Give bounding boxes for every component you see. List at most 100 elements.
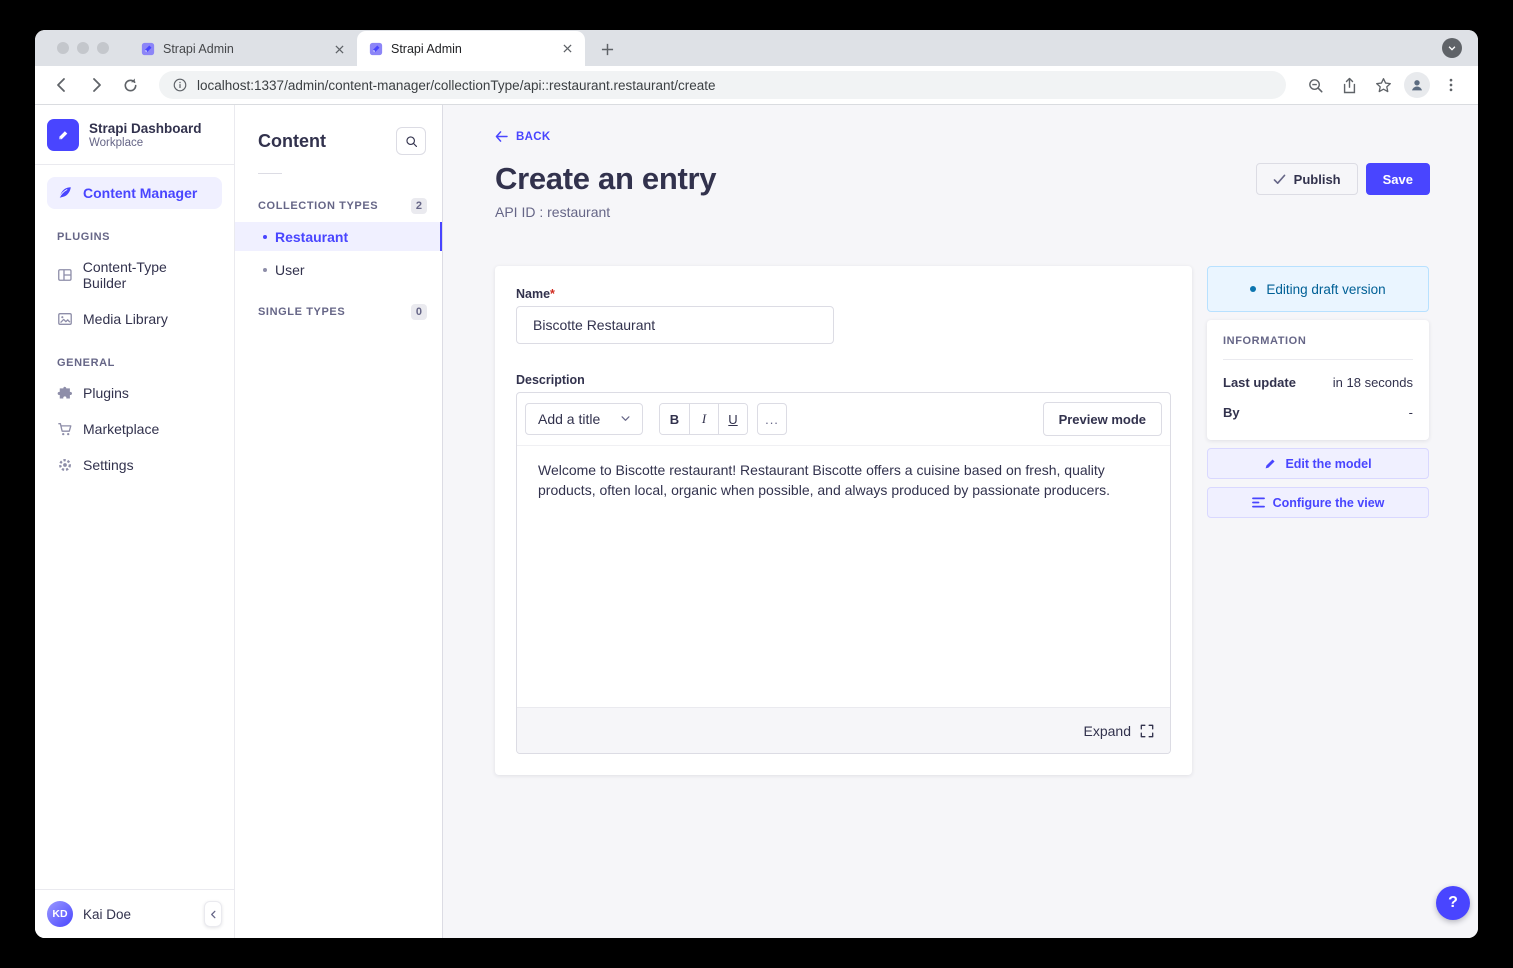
information-card: INFORMATION Last update in 18 seconds By… xyxy=(1207,320,1429,440)
preview-mode-button[interactable]: Preview mode xyxy=(1043,402,1162,436)
macos-traffic-lights[interactable] xyxy=(35,30,129,66)
forward-icon[interactable] xyxy=(83,72,109,98)
strapi-app: Strapi Dashboard Workplace Content Manag… xyxy=(35,105,1478,938)
format-button-group: B I U xyxy=(659,403,748,435)
configure-lines-icon xyxy=(1252,497,1265,508)
draft-dot-icon xyxy=(1250,286,1256,292)
expand-label[interactable]: Expand xyxy=(1084,723,1131,739)
browser-window: Strapi Admin Strapi Admin localhost:1337… xyxy=(35,30,1478,938)
tab-close-icon[interactable] xyxy=(331,41,347,57)
page-info-icon[interactable] xyxy=(173,78,187,92)
required-asterisk: * xyxy=(550,287,555,301)
sidebar-item-media-library[interactable]: Media Library xyxy=(47,303,222,335)
strapi-favicon xyxy=(141,42,155,56)
tab-title: Strapi Admin xyxy=(391,42,551,56)
browser-toolbar: localhost:1337/admin/content-manager/col… xyxy=(35,66,1478,105)
sidebar-section-plugins: PLUGINS xyxy=(47,213,222,251)
tab-close-icon[interactable] xyxy=(559,41,575,57)
url-text: localhost:1337/admin/content-manager/col… xyxy=(197,78,716,93)
url-bar[interactable]: localhost:1337/admin/content-manager/col… xyxy=(159,71,1286,99)
content-subnav: Content COLLECTION TYPES 2 Restaurant Us… xyxy=(235,105,443,938)
back-arrow-icon xyxy=(495,131,508,142)
browser-tab-2-active[interactable]: Strapi Admin xyxy=(357,31,585,66)
main-sidebar: Strapi Dashboard Workplace Content Manag… xyxy=(35,105,235,938)
more-options-button[interactable]: ... xyxy=(757,403,787,435)
expand-icon[interactable] xyxy=(1140,724,1154,738)
single-types-count-badge: 0 xyxy=(411,304,427,320)
sidebar-item-label: Content Manager xyxy=(83,185,197,201)
entry-aside: Editing draft version INFORMATION Last u… xyxy=(1207,266,1429,518)
entry-form-card: Name* Description Add a title B I xyxy=(495,266,1192,775)
italic-button[interactable]: I xyxy=(689,404,718,434)
browser-tab-1[interactable]: Strapi Admin xyxy=(129,32,357,66)
help-button[interactable]: ? xyxy=(1436,886,1470,920)
new-tab-button[interactable] xyxy=(593,35,621,63)
last-update-label: Last update xyxy=(1223,375,1296,390)
strapi-logo-icon xyxy=(47,119,79,151)
name-field-label: Name* xyxy=(516,287,1171,301)
strapi-favicon xyxy=(369,42,383,56)
title-style-select[interactable]: Add a title xyxy=(525,403,643,435)
feather-pen-icon xyxy=(57,185,73,201)
zoom-indicator-icon[interactable] xyxy=(1302,72,1328,98)
sidebar-item-label: Marketplace xyxy=(83,421,159,437)
sidebar-item-content-manager[interactable]: Content Manager xyxy=(47,177,222,209)
by-value: - xyxy=(1409,405,1413,420)
share-icon[interactable] xyxy=(1336,72,1362,98)
tab-title: Strapi Admin xyxy=(163,42,323,56)
chrome-menu-icon[interactable] xyxy=(1438,72,1464,98)
bold-button[interactable]: B xyxy=(660,404,689,434)
bookmark-star-icon[interactable] xyxy=(1370,72,1396,98)
reload-icon[interactable] xyxy=(117,72,143,98)
subnav-item-label: User xyxy=(275,262,305,278)
editor-footer: Expand xyxy=(517,707,1170,753)
subnav-item-restaurant[interactable]: Restaurant xyxy=(235,222,442,251)
picture-icon xyxy=(57,311,73,327)
information-title: INFORMATION xyxy=(1223,335,1413,347)
api-id-subtitle: API ID : restaurant xyxy=(495,204,1430,220)
sidebar-section-general: GENERAL xyxy=(47,339,222,377)
bullet-icon xyxy=(263,235,267,239)
user-avatar[interactable]: KD xyxy=(47,901,73,927)
edit-model-button[interactable]: Edit the model xyxy=(1207,448,1429,479)
sidebar-item-content-type-builder[interactable]: Content-Type Builder xyxy=(47,251,222,299)
workspace-subtitle: Workplace xyxy=(89,137,202,149)
sidebar-item-plugins[interactable]: Plugins xyxy=(47,377,222,409)
collection-types-label: COLLECTION TYPES xyxy=(258,200,378,212)
rich-text-editor: Add a title B I U ... Preview mode We xyxy=(516,392,1171,754)
chrome-menu-caret-icon[interactable] xyxy=(1442,38,1462,58)
configure-view-button[interactable]: Configure the view xyxy=(1207,487,1429,518)
layout-icon xyxy=(57,267,73,283)
sidebar-item-label: Content-Type Builder xyxy=(83,259,212,291)
search-icon xyxy=(405,135,418,148)
subnav-item-user[interactable]: User xyxy=(235,255,442,284)
sidebar-item-marketplace[interactable]: Marketplace xyxy=(47,413,222,445)
collection-types-count-badge: 2 xyxy=(411,198,427,214)
publish-button[interactable]: Publish xyxy=(1256,163,1358,195)
draft-version-banner: Editing draft version xyxy=(1207,266,1429,312)
back-icon[interactable] xyxy=(49,72,75,98)
browser-tabstrip: Strapi Admin Strapi Admin xyxy=(35,30,1478,66)
collapse-sidebar-button[interactable] xyxy=(204,901,222,927)
underline-button[interactable]: U xyxy=(718,404,747,434)
editor-textarea[interactable]: Welcome to Biscotte restaurant! Restaura… xyxy=(517,446,1170,707)
divider xyxy=(1223,359,1413,360)
description-field-label: Description xyxy=(516,373,1171,387)
name-input[interactable] xyxy=(516,306,834,344)
search-button[interactable] xyxy=(396,127,426,155)
pencil-icon xyxy=(1264,457,1277,470)
draft-banner-label: Editing draft version xyxy=(1266,282,1385,297)
back-link[interactable]: BACK xyxy=(495,131,550,143)
sidebar-item-label: Settings xyxy=(83,457,134,473)
save-button[interactable]: Save xyxy=(1366,163,1430,195)
by-label: By xyxy=(1223,405,1240,420)
browser-profile-avatar[interactable] xyxy=(1404,72,1430,98)
check-icon xyxy=(1273,174,1286,185)
sidebar-item-label: Plugins xyxy=(83,385,129,401)
page-title: Create an entry xyxy=(495,161,716,197)
sidebar-item-settings[interactable]: Settings xyxy=(47,449,222,481)
bullet-icon xyxy=(263,268,267,272)
cart-icon xyxy=(57,421,73,437)
workspace-brand[interactable]: Strapi Dashboard Workplace xyxy=(35,105,234,165)
workspace-title: Strapi Dashboard xyxy=(89,121,202,138)
